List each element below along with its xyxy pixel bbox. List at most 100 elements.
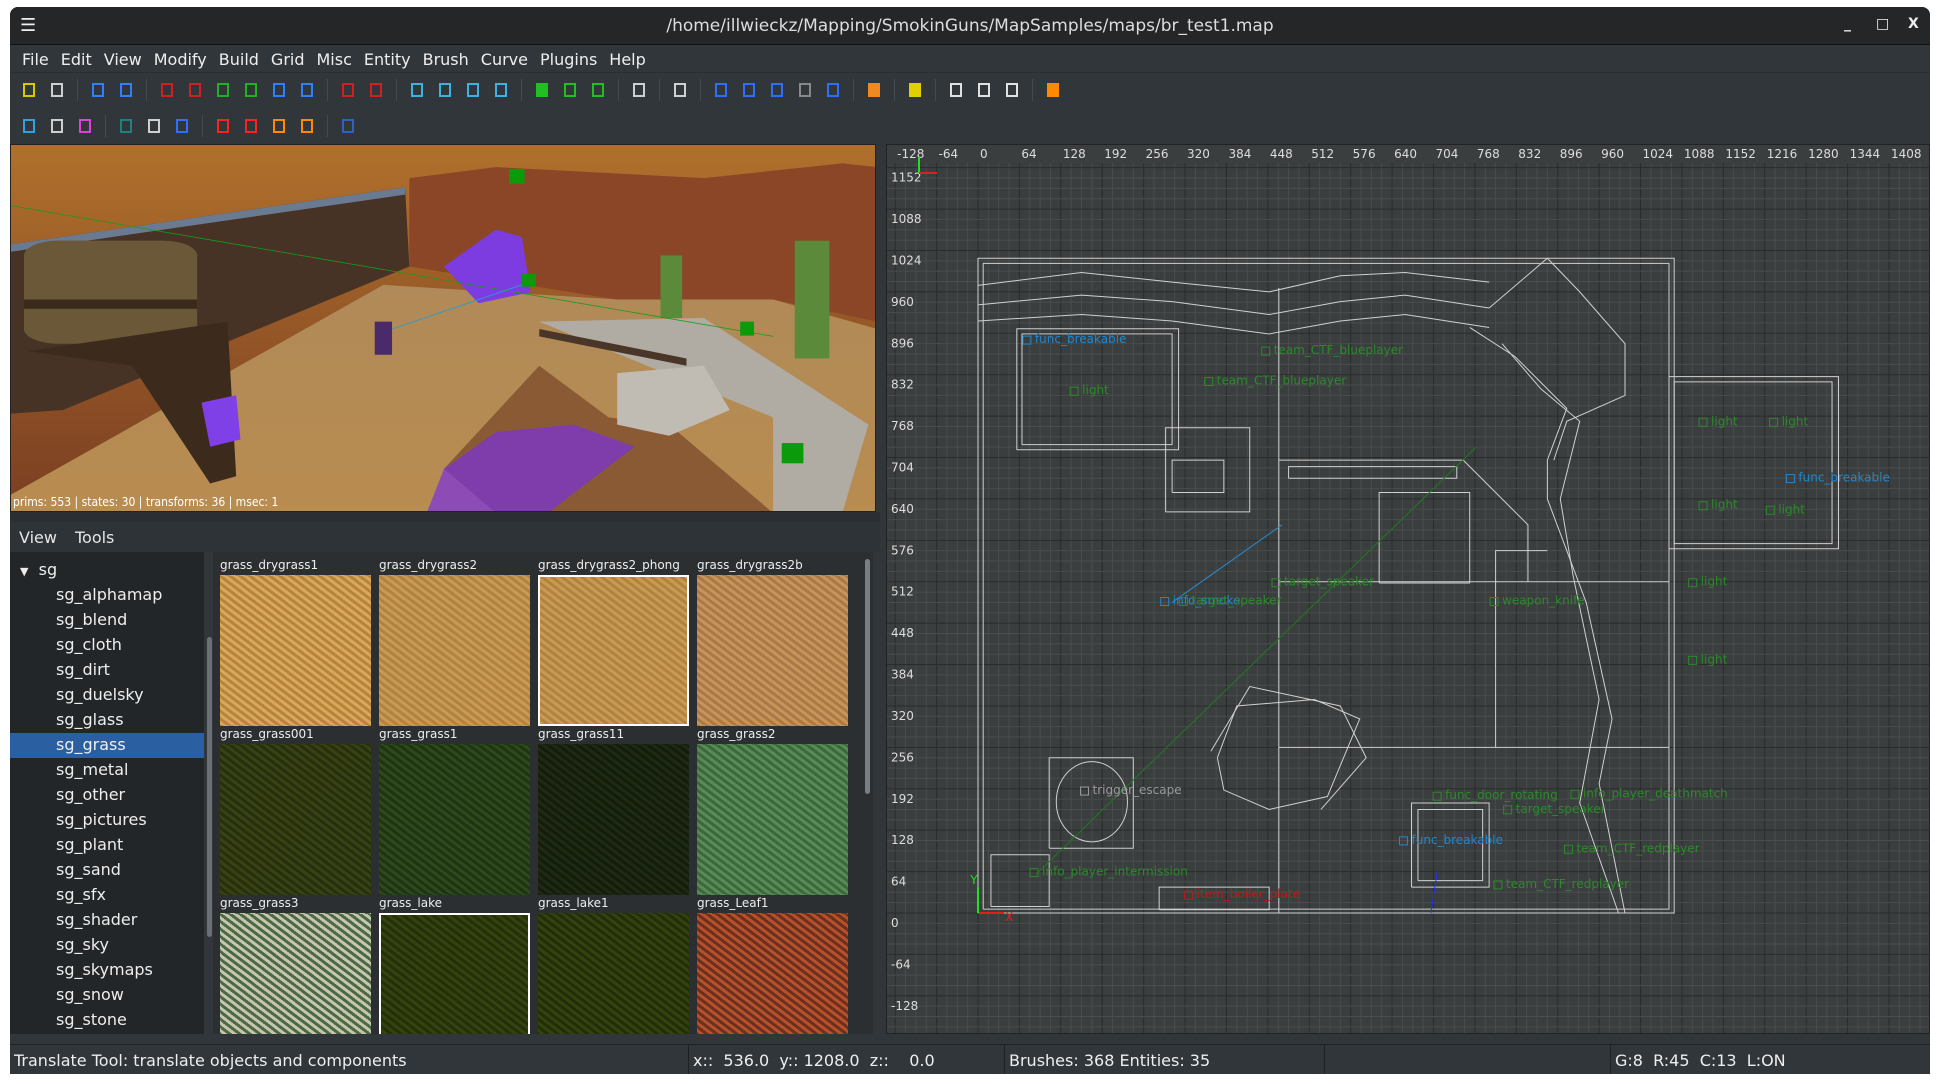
- smooth-button[interactable]: [296, 115, 318, 137]
- texture-name: grass_drygrass2_phong: [538, 558, 680, 572]
- flip-x-button[interactable]: [156, 79, 178, 101]
- menu-curve[interactable]: Curve: [475, 45, 534, 72]
- open-button[interactable]: [18, 79, 40, 101]
- tree-item-sg_sand[interactable]: sg_sand: [10, 858, 204, 883]
- tree-item-sg_glass[interactable]: sg_glass: [10, 708, 204, 733]
- texture-thumbnail[interactable]: grass_Leaf1: [697, 896, 848, 1034]
- tree-item-sg_alphamap[interactable]: sg_alphamap: [10, 583, 204, 608]
- redisperse-button[interactable]: [240, 115, 262, 137]
- csg-subtract-button[interactable]: [337, 79, 359, 101]
- texture-scale-button[interactable]: [559, 79, 581, 101]
- texture-menu-view[interactable]: View: [19, 522, 57, 552]
- drag-tool-button[interactable]: [794, 79, 816, 101]
- undo-button[interactable]: [87, 79, 109, 101]
- texture-scrollbar[interactable]: [865, 559, 870, 794]
- texture-thumbnail[interactable]: grass_drygrass2b: [697, 558, 848, 726]
- texture-thumbnail[interactable]: grass_lake1: [538, 896, 689, 1034]
- lock-button[interactable]: [904, 79, 926, 101]
- menu-edit[interactable]: Edit: [55, 45, 98, 72]
- tree-item-sg_snow[interactable]: sg_snow: [10, 983, 204, 1008]
- redo-button[interactable]: [115, 79, 137, 101]
- rotate-tool-button[interactable]: [738, 79, 760, 101]
- entity-list-button[interactable]: [973, 79, 995, 101]
- menu-file[interactable]: File: [16, 45, 55, 72]
- menu-view[interactable]: View: [98, 45, 148, 72]
- texture-thumbnail[interactable]: grass_grass3: [220, 896, 371, 1034]
- tree-item-sg_pictures[interactable]: sg_pictures: [10, 808, 204, 833]
- tree-scrollbar[interactable]: [207, 637, 212, 937]
- select-touching-button[interactable]: [434, 79, 456, 101]
- pane-splitter[interactable]: [10, 512, 880, 522]
- tree-item-sg_shader[interactable]: sg_shader: [10, 908, 204, 933]
- menu-help[interactable]: Help: [603, 45, 651, 72]
- show-bend-button[interactable]: [337, 115, 359, 137]
- clipper-button[interactable]: [669, 79, 691, 101]
- tree-item-sg_skymaps[interactable]: sg_skymaps: [10, 958, 204, 983]
- texture-thumbnail[interactable]: grass_grass11: [538, 727, 689, 895]
- rotate-z-button[interactable]: [296, 79, 318, 101]
- patch-button[interactable]: [18, 115, 40, 137]
- texture-thumbnail[interactable]: grass_grass001: [220, 727, 371, 895]
- menu-grid[interactable]: Grid: [265, 45, 311, 72]
- cap-button[interactable]: [46, 115, 68, 137]
- menu-modify[interactable]: Modify: [148, 45, 213, 72]
- menu-entity[interactable]: Entity: [358, 45, 417, 72]
- texture-browser-button[interactable]: [945, 79, 967, 101]
- ortho-2d-viewport[interactable]: -128 -64 0 64 128 192 256 320 384 448 512 576 640 704…: [886, 144, 1930, 1034]
- menu-build[interactable]: Build: [213, 45, 265, 72]
- select-partial-tall-button[interactable]: [490, 79, 512, 101]
- invert-matrix-button[interactable]: [212, 115, 234, 137]
- scale-tool-button[interactable]: [766, 79, 788, 101]
- tree-item-sg_other[interactable]: sg_other: [10, 783, 204, 808]
- tree-item-sg_plant[interactable]: sg_plant: [10, 833, 204, 858]
- entity-button[interactable]: [143, 115, 165, 137]
- texture-lock-button[interactable]: [531, 79, 553, 101]
- thicken-button[interactable]: [268, 115, 290, 137]
- x-ruler-label: 704: [1435, 147, 1458, 161]
- texture-thumbnail[interactable]: grass_grass1: [379, 727, 530, 895]
- camera-3d-viewport[interactable]: prims: 553 | states: 30 | transforms: 36…: [10, 144, 876, 512]
- select-complete-tall-button[interactable]: [462, 79, 484, 101]
- texture-thumbnail[interactable]: grass_drygrass2_phong: [538, 558, 689, 726]
- resize-tool-button[interactable]: [822, 79, 844, 101]
- csg-merge-button[interactable]: [365, 79, 387, 101]
- flip-z-button[interactable]: [268, 79, 290, 101]
- tree-item-sg_cloth[interactable]: sg_cloth: [10, 633, 204, 658]
- select-inside-button[interactable]: [406, 79, 428, 101]
- save-button[interactable]: [46, 79, 68, 101]
- close-button[interactable]: X: [1908, 16, 1919, 32]
- flip-y-button[interactable]: [212, 79, 234, 101]
- tree-item-sg_dirt[interactable]: sg_dirt: [10, 658, 204, 683]
- surface-inspector-button[interactable]: [1001, 79, 1023, 101]
- camera-button[interactable]: [863, 79, 885, 101]
- tree-item-sg[interactable]: ▼ sg: [10, 558, 204, 583]
- expanded-arrow-icon[interactable]: ▼: [20, 565, 28, 578]
- rotate-x-button[interactable]: [184, 79, 206, 101]
- texture-thumbnail[interactable]: grass_lake: [379, 896, 530, 1034]
- maximize-button[interactable]: □: [1876, 16, 1889, 32]
- minimize-button[interactable]: _: [1844, 16, 1851, 32]
- menu-plugins[interactable]: Plugins: [534, 45, 603, 72]
- tree-item-sg_sky[interactable]: sg_sky: [10, 933, 204, 958]
- texture-fit-button[interactable]: [587, 79, 609, 101]
- tree-item-sg_metal[interactable]: sg_metal: [10, 758, 204, 783]
- texture-thumbnail[interactable]: grass_drygrass2: [379, 558, 530, 726]
- texture-menu-tools[interactable]: Tools: [75, 522, 114, 552]
- translate-tool-button[interactable]: [710, 79, 732, 101]
- texture-thumbnail[interactable]: grass_drygrass1: [220, 558, 371, 726]
- tree-item-sg_duelsky[interactable]: sg_duelsky: [10, 683, 204, 708]
- tree-item-sg_stone[interactable]: sg_stone: [10, 1008, 204, 1033]
- insert-column-button[interactable]: [171, 115, 193, 137]
- patch-inspector-button[interactable]: [74, 115, 96, 137]
- view-change-button[interactable]: [628, 79, 650, 101]
- refresh-models-button[interactable]: [1042, 79, 1064, 101]
- menu-brush[interactable]: Brush: [417, 45, 475, 72]
- tree-item-sg_blend[interactable]: sg_blend: [10, 608, 204, 633]
- entity-label: light: [1701, 652, 1728, 666]
- menu-misc[interactable]: Misc: [311, 45, 358, 72]
- tree-item-sg_sfx[interactable]: sg_sfx: [10, 883, 204, 908]
- tree-item-sg_grass[interactable]: sg_grass: [10, 733, 204, 758]
- rotate-y-button[interactable]: [240, 79, 262, 101]
- terrain-button[interactable]: [115, 115, 137, 137]
- texture-thumbnail[interactable]: grass_grass2: [697, 727, 848, 895]
